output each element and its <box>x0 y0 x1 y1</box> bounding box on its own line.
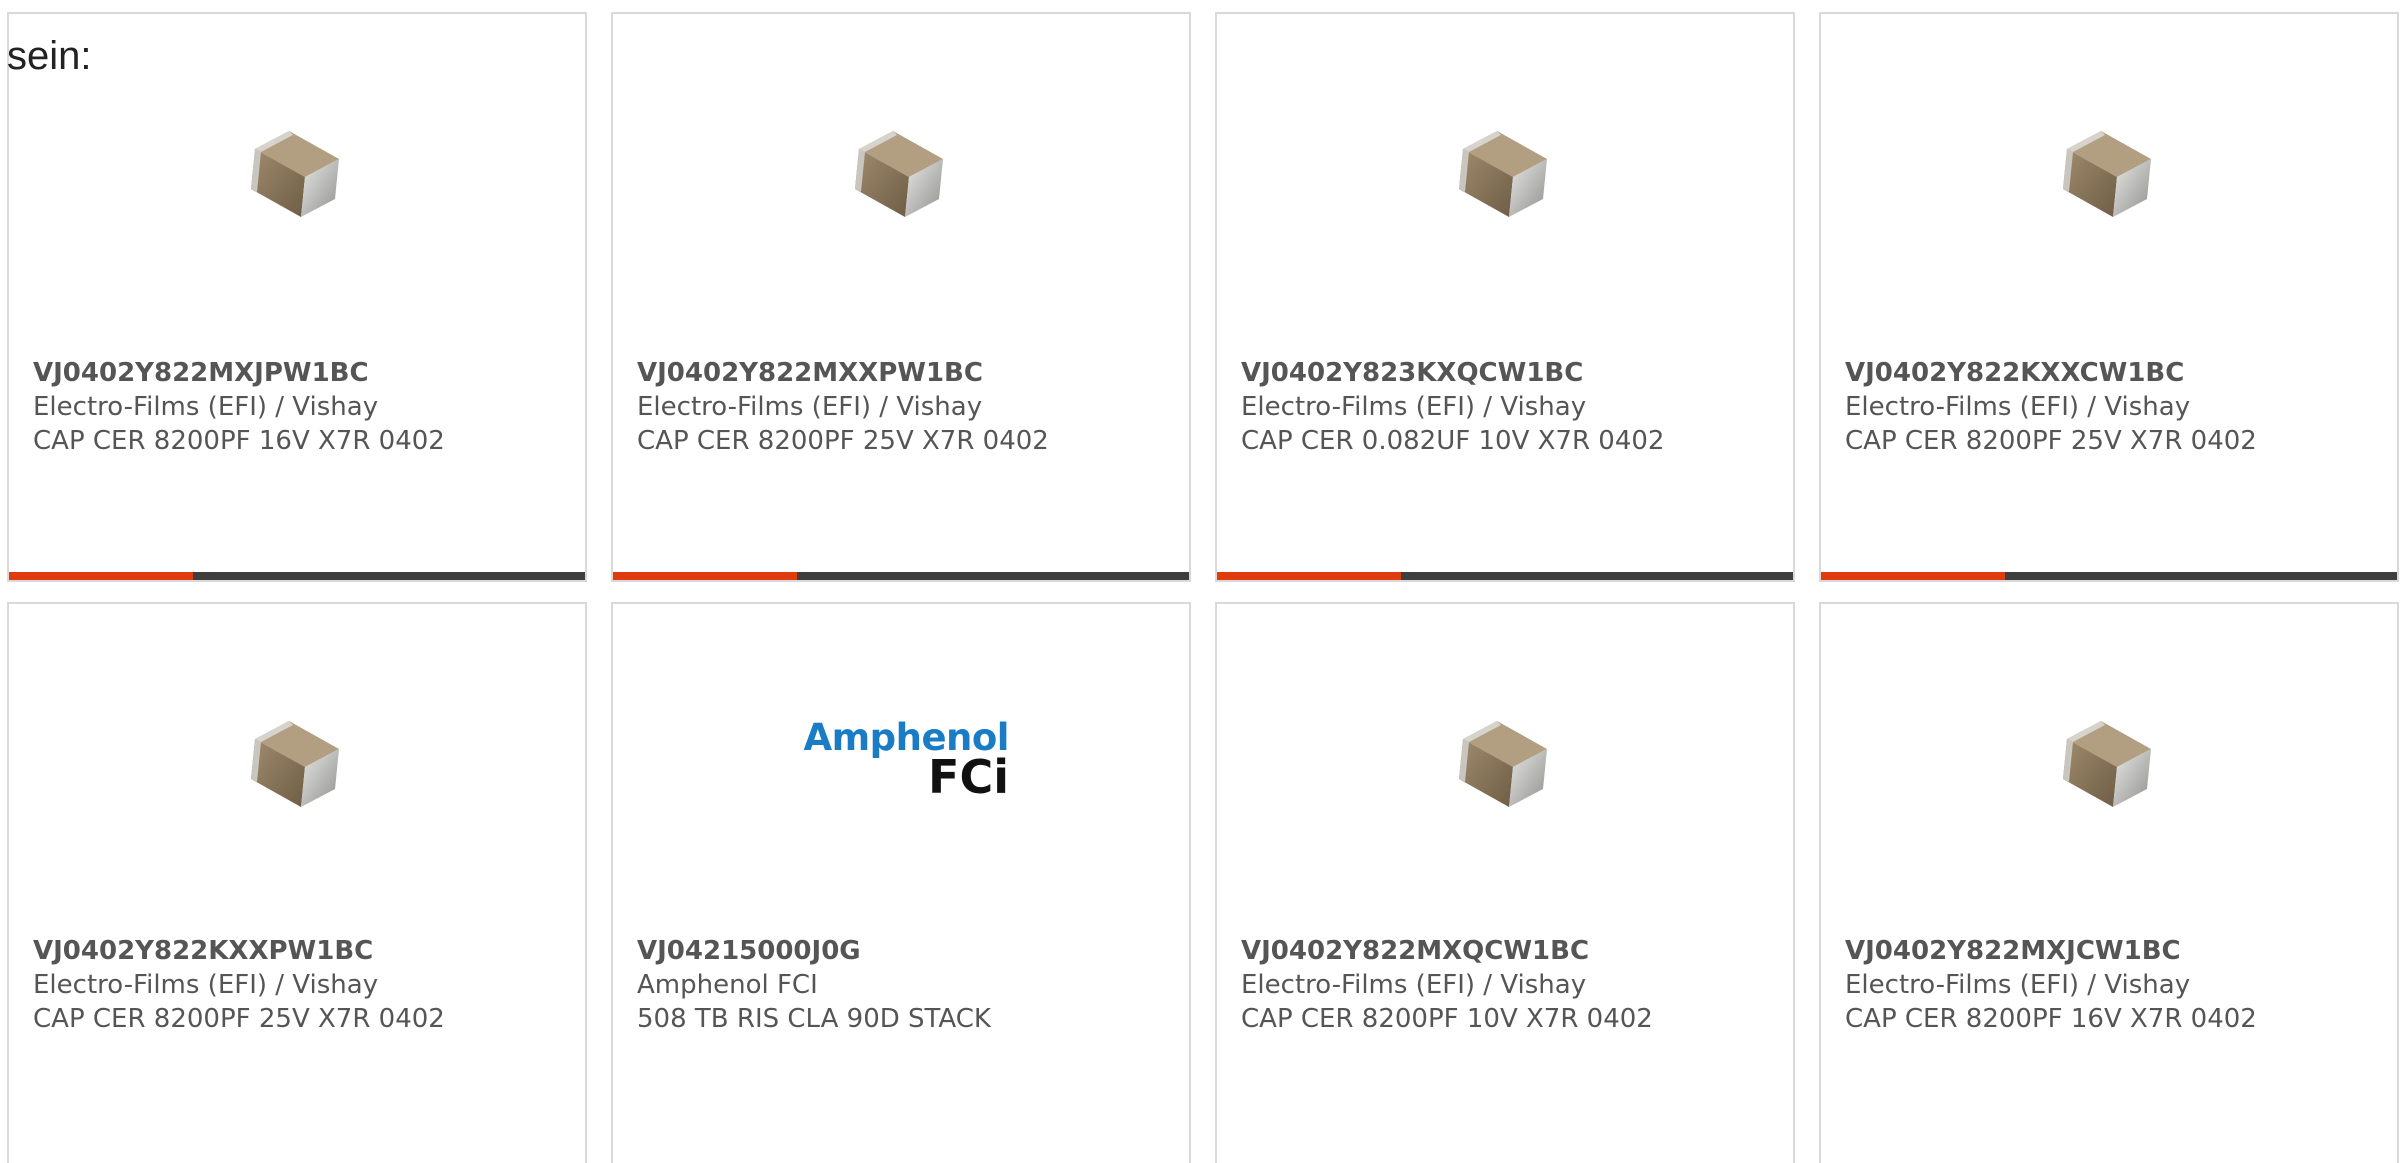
progress-bar-fill <box>9 572 194 580</box>
product-image[interactable] <box>9 699 585 829</box>
product-description: CAP CER 8200PF 25V X7R 0402 <box>637 426 1049 456</box>
ceramic-capacitor-icon <box>2063 721 2151 807</box>
part-number[interactable]: VJ0402Y822MXXPW1BC <box>637 356 1179 390</box>
product-card[interactable]: VJ0402Y822MXJPW1BC Electro-Films (EFI) /… <box>7 12 587 582</box>
progress-bar <box>1821 572 2397 580</box>
product-image[interactable] <box>613 109 1189 239</box>
manufacturer: Amphenol FCI <box>637 970 818 1000</box>
progress-bar-fill <box>1821 572 2006 580</box>
product-card[interactable]: VJ0402Y823KXQCW1BC Electro-Films (EFI) /… <box>1215 12 1795 582</box>
part-number[interactable]: VJ04215000J0G <box>637 934 1179 968</box>
product-info: VJ04215000J0G Amphenol FCI 508 TB RIS CL… <box>637 934 1179 1036</box>
product-card[interactable]: VJ0402Y822KXXCW1BC Electro-Films (EFI) /… <box>1819 12 2399 582</box>
ceramic-capacitor-icon <box>1459 721 1547 807</box>
part-number[interactable]: VJ0402Y822MXJPW1BC <box>33 356 575 390</box>
product-description: CAP CER 8200PF 16V X7R 0402 <box>1845 1004 2257 1034</box>
amphenol-fci-logo[interactable]: Amphenol FCi <box>799 719 1009 800</box>
logo-line-2: FCi <box>928 750 1009 804</box>
product-image[interactable] <box>1821 699 2397 829</box>
progress-bar-fill <box>1217 572 1402 580</box>
manufacturer: Electro-Films (EFI) / Vishay <box>1845 970 2191 1000</box>
product-image[interactable] <box>1821 109 2397 239</box>
product-grid-page: sein: VJ0402Y822MXJPW1BC Electro-Films (… <box>0 0 2400 1163</box>
product-card[interactable]: Amphenol FCi VJ04215000J0G Amphenol FCI … <box>611 602 1191 1163</box>
ceramic-capacitor-icon <box>1459 131 1547 217</box>
ceramic-capacitor-icon <box>251 721 339 807</box>
manufacturer: Electro-Films (EFI) / Vishay <box>33 392 379 422</box>
intro-text: sein: <box>7 34 92 78</box>
manufacturer: Electro-Films (EFI) / Vishay <box>1241 970 1587 1000</box>
product-info: VJ0402Y822MXXPW1BC Electro-Films (EFI) /… <box>637 356 1179 458</box>
product-info: VJ0402Y823KXQCW1BC Electro-Films (EFI) /… <box>1241 356 1783 458</box>
ceramic-capacitor-icon <box>855 131 943 217</box>
ceramic-capacitor-icon <box>251 131 339 217</box>
product-card[interactable]: VJ0402Y822MXJCW1BC Electro-Films (EFI) /… <box>1819 602 2399 1163</box>
product-info: VJ0402Y822KXXCW1BC Electro-Films (EFI) /… <box>1845 356 2387 458</box>
progress-bar-fill <box>613 572 798 580</box>
manufacturer: Electro-Films (EFI) / Vishay <box>1241 392 1587 422</box>
progress-bar <box>9 572 585 580</box>
ceramic-capacitor-icon <box>2063 131 2151 217</box>
progress-bar <box>613 572 1189 580</box>
product-info: VJ0402Y822MXJCW1BC Electro-Films (EFI) /… <box>1845 934 2387 1036</box>
product-image[interactable] <box>9 109 585 239</box>
product-description: CAP CER 8200PF 25V X7R 0402 <box>33 1004 445 1034</box>
product-info: VJ0402Y822MXQCW1BC Electro-Films (EFI) /… <box>1241 934 1783 1036</box>
manufacturer: Electro-Films (EFI) / Vishay <box>33 970 379 1000</box>
part-number[interactable]: VJ0402Y823KXQCW1BC <box>1241 356 1783 390</box>
product-info: VJ0402Y822MXJPW1BC Electro-Films (EFI) /… <box>33 356 575 458</box>
part-number[interactable]: VJ0402Y822MXJCW1BC <box>1845 934 2387 968</box>
product-card[interactable]: VJ0402Y822KXXPW1BC Electro-Films (EFI) /… <box>7 602 587 1163</box>
product-image[interactable] <box>1217 699 1793 829</box>
progress-bar <box>1217 572 1793 580</box>
product-description: CAP CER 8200PF 25V X7R 0402 <box>1845 426 2257 456</box>
product-description: CAP CER 0.082UF 10V X7R 0402 <box>1241 426 1665 456</box>
product-info: VJ0402Y822KXXPW1BC Electro-Films (EFI) /… <box>33 934 575 1036</box>
product-card[interactable]: VJ0402Y822MXQCW1BC Electro-Films (EFI) /… <box>1215 602 1795 1163</box>
part-number[interactable]: VJ0402Y822KXXPW1BC <box>33 934 575 968</box>
product-description: CAP CER 8200PF 16V X7R 0402 <box>33 426 445 456</box>
product-description: CAP CER 8200PF 10V X7R 0402 <box>1241 1004 1653 1034</box>
part-number[interactable]: VJ0402Y822KXXCW1BC <box>1845 356 2387 390</box>
product-description: 508 TB RIS CLA 90D STACK <box>637 1004 991 1034</box>
manufacturer: Electro-Films (EFI) / Vishay <box>1845 392 2191 422</box>
product-card[interactable]: VJ0402Y822MXXPW1BC Electro-Films (EFI) /… <box>611 12 1191 582</box>
manufacturer: Electro-Films (EFI) / Vishay <box>637 392 983 422</box>
product-image[interactable] <box>1217 109 1793 239</box>
part-number[interactable]: VJ0402Y822MXQCW1BC <box>1241 934 1783 968</box>
